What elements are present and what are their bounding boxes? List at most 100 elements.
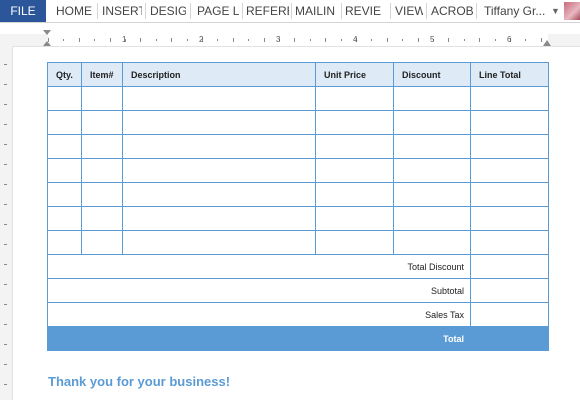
table-cell[interactable]	[81, 206, 123, 231]
table-cell[interactable]	[315, 86, 394, 111]
table-cell[interactable]	[470, 158, 549, 183]
tab-review[interactable]: REVIE	[345, 0, 385, 22]
table-cell[interactable]	[81, 230, 123, 255]
table-cell[interactable]	[47, 134, 82, 159]
left-indent-marker[interactable]	[43, 41, 51, 46]
table-cell[interactable]	[81, 110, 123, 135]
table-cell[interactable]	[122, 206, 316, 231]
table-cell[interactable]	[47, 110, 82, 135]
tab-references[interactable]: REFERE	[246, 0, 289, 22]
table-cell[interactable]	[81, 86, 123, 111]
table-cell[interactable]	[47, 206, 82, 231]
table-cell[interactable]	[122, 182, 316, 207]
ruler-tick	[4, 224, 7, 225]
table-cell[interactable]	[81, 134, 123, 159]
ruler-tick	[417, 38, 419, 42]
table-cell[interactable]	[393, 86, 471, 111]
invoice-table[interactable]: Qty. Item# Description Unit Price Discou…	[47, 62, 549, 351]
table-cell[interactable]	[122, 86, 316, 111]
table-cell[interactable]	[470, 206, 549, 231]
ruler-tick	[494, 39, 496, 41]
total-discount-cell[interactable]	[470, 254, 549, 279]
ruler-tick	[325, 38, 327, 42]
column-header-unit-price[interactable]: Unit Price	[315, 62, 394, 87]
total-row: Total	[47, 326, 549, 351]
tab-separator	[242, 3, 243, 19]
tab-separator	[97, 3, 98, 19]
ruler-tick	[386, 38, 388, 42]
ruler-tick	[4, 284, 7, 285]
total-cell[interactable]	[470, 326, 549, 351]
table-row	[47, 182, 549, 207]
ruler-tick	[4, 244, 7, 245]
table-row	[47, 230, 549, 255]
table-cell[interactable]	[393, 182, 471, 207]
ruler-tick	[4, 384, 7, 385]
ruler-tick	[294, 38, 296, 42]
table-cell[interactable]	[393, 158, 471, 183]
thank-you-message[interactable]: Thank you for your business!	[48, 374, 230, 389]
first-line-indent-marker[interactable]	[43, 30, 51, 35]
tab-view[interactable]: VIEW	[395, 0, 423, 22]
ruler-tick	[402, 39, 404, 41]
ruler-number: 4	[353, 35, 358, 44]
column-header-qty[interactable]: Qty.	[47, 62, 82, 87]
column-header-line-total[interactable]: Line Total	[470, 62, 549, 87]
table-cell[interactable]	[122, 134, 316, 159]
table-cell[interactable]	[81, 182, 123, 207]
table-cell[interactable]	[393, 230, 471, 255]
table-cell[interactable]	[315, 110, 394, 135]
avatar[interactable]	[564, 2, 580, 20]
table-cell[interactable]	[470, 182, 549, 207]
column-header-discount[interactable]: Discount	[393, 62, 471, 87]
user-account-name[interactable]: Tiffany Gr...	[484, 0, 545, 22]
table-cell[interactable]	[470, 230, 549, 255]
total-discount-row: Total Discount	[47, 254, 549, 279]
ruler-tick	[232, 38, 234, 42]
table-cell[interactable]	[122, 230, 316, 255]
tab-mailings[interactable]: MAILIN	[295, 0, 339, 22]
table-cell[interactable]	[470, 110, 549, 135]
tab-page-layout[interactable]: PAGE L	[197, 0, 239, 22]
ruler-tick	[140, 38, 142, 42]
right-indent-marker[interactable]	[543, 40, 551, 46]
ruler-number: 6	[507, 35, 512, 44]
table-cell[interactable]	[315, 230, 394, 255]
ruler-tick	[78, 38, 80, 42]
column-header-description[interactable]: Description	[122, 62, 316, 87]
table-cell[interactable]	[122, 158, 316, 183]
subtotal-cell[interactable]	[470, 278, 549, 303]
table-cell[interactable]	[470, 86, 549, 111]
tab-separator	[426, 3, 427, 19]
ruler-number: 3	[276, 35, 281, 44]
ruler-tick	[4, 264, 7, 265]
tab-insert[interactable]: INSERT	[102, 0, 142, 22]
table-cell[interactable]	[81, 158, 123, 183]
sales-tax-cell[interactable]	[470, 302, 549, 327]
table-cell[interactable]	[393, 110, 471, 135]
table-cell[interactable]	[315, 158, 394, 183]
table-cell[interactable]	[47, 158, 82, 183]
table-cell[interactable]	[47, 86, 82, 111]
tab-separator	[145, 3, 146, 19]
table-cell[interactable]	[315, 134, 394, 159]
ruler-tick	[4, 104, 7, 105]
tab-design[interactable]: DESIG	[150, 0, 186, 22]
table-cell[interactable]	[470, 134, 549, 159]
tab-file[interactable]: FILE	[0, 0, 46, 22]
column-header-item[interactable]: Item#	[81, 62, 123, 87]
table-cell[interactable]	[47, 182, 82, 207]
ruler-tick	[4, 304, 7, 305]
chevron-down-icon[interactable]: ▼	[551, 1, 560, 21]
table-cell[interactable]	[393, 134, 471, 159]
table-cell[interactable]	[315, 182, 394, 207]
table-cell[interactable]	[122, 110, 316, 135]
table-cell[interactable]	[315, 206, 394, 231]
table-cell[interactable]	[47, 230, 82, 255]
tab-separator	[390, 3, 391, 19]
tab-home[interactable]: HOME	[56, 0, 94, 22]
ruler-tick	[248, 39, 250, 41]
table-cell[interactable]	[393, 206, 471, 231]
vertical-ruler[interactable]	[0, 46, 13, 400]
tab-acrobat[interactable]: ACROB	[431, 0, 473, 22]
